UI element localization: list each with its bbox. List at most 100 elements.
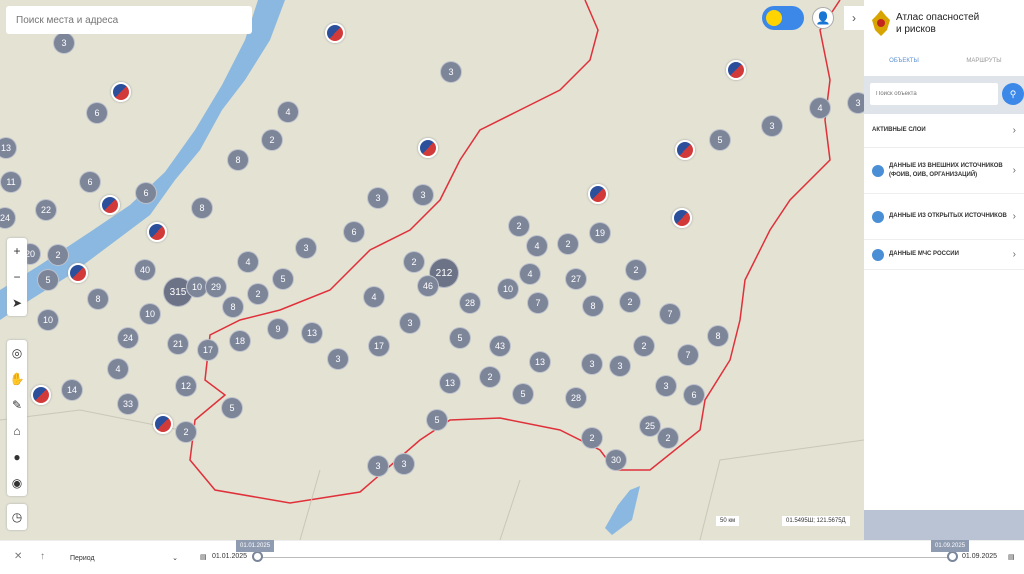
cluster-marker[interactable]: 3 — [399, 312, 421, 334]
object-marker-icon[interactable] — [31, 385, 51, 405]
cluster-marker[interactable]: 3 — [609, 355, 631, 377]
cluster-marker[interactable]: 33 — [117, 393, 139, 415]
object-marker-icon[interactable] — [68, 263, 88, 283]
period-select[interactable]: Период ⌄ — [64, 549, 184, 567]
object-marker-icon[interactable] — [100, 195, 120, 215]
cluster-marker[interactable]: 4 — [107, 358, 129, 380]
cluster-marker[interactable]: 8 — [582, 295, 604, 317]
cluster-marker[interactable]: 46 — [417, 275, 439, 297]
cluster-marker[interactable]: 28 — [565, 387, 587, 409]
cluster-marker[interactable]: 43 — [489, 335, 511, 357]
hand-icon[interactable]: ✋ — [7, 366, 27, 392]
cluster-marker[interactable]: 2 — [557, 233, 579, 255]
cluster-marker[interactable]: 5 — [37, 269, 59, 291]
cluster-marker[interactable]: 12 — [175, 375, 197, 397]
start-handle[interactable]: 01.01.2025 — [236, 540, 275, 562]
layer-group-row[interactable]: Данные из внешних источников (ФОИВ, ОИВ,… — [864, 148, 1024, 194]
chevron-right-icon[interactable]: › — [844, 6, 864, 30]
cluster-marker[interactable]: 2 — [508, 215, 530, 237]
cluster-marker[interactable]: 24 — [117, 327, 139, 349]
cluster-marker[interactable]: 3 — [655, 375, 677, 397]
tab-objects[interactable]: Объекты — [864, 58, 944, 64]
cluster-marker[interactable]: 2 — [625, 259, 647, 281]
object-marker-icon[interactable] — [153, 414, 173, 434]
calendar-icon[interactable]: ▤ — [1008, 553, 1015, 561]
zoom-in-button[interactable]: + — [7, 238, 27, 264]
cluster-marker[interactable]: 18 — [229, 330, 251, 352]
theme-toggle[interactable] — [762, 6, 804, 30]
cluster-marker[interactable]: 17 — [197, 339, 219, 361]
cluster-marker[interactable]: 5 — [512, 383, 534, 405]
cluster-marker[interactable]: 10 — [37, 309, 59, 331]
filter-button[interactable]: ⚲ — [1002, 83, 1024, 105]
cluster-marker[interactable]: 2 — [403, 251, 425, 273]
cluster-marker[interactable]: 28 — [459, 292, 481, 314]
cluster-marker[interactable]: 3 — [367, 455, 389, 477]
cluster-marker[interactable]: 3 — [761, 115, 783, 137]
tab-routes[interactable]: Маршруты — [944, 58, 1024, 64]
layer-group-row[interactable]: Данные из открытых источников › — [864, 194, 1024, 240]
pencil-icon[interactable]: ✎ — [7, 392, 27, 418]
object-search-input[interactable] — [870, 83, 998, 105]
cluster-marker[interactable]: 19 — [589, 222, 611, 244]
cluster-marker[interactable]: 4 — [526, 235, 548, 257]
map[interactable]: 3 3 6 4 2 3 5 13 8 11 6 6 3 3 8 22 24 2 6 4 2 19 3 2 20 4 2 212 4 27 2… — [0, 0, 864, 540]
cluster-marker[interactable]: 5 — [272, 268, 294, 290]
cluster-marker[interactable]: 7 — [677, 344, 699, 366]
cluster-marker[interactable]: 5 — [449, 327, 471, 349]
cluster-marker[interactable]: 2 — [479, 366, 501, 388]
cluster-marker[interactable]: 8 — [707, 325, 729, 347]
cluster-marker[interactable]: 3 — [581, 353, 603, 375]
timeline-track[interactable] — [258, 557, 952, 558]
cluster-marker[interactable]: 2 — [581, 427, 603, 449]
cluster-marker[interactable]: 30 — [605, 449, 627, 471]
compass-icon[interactable]: ➤ — [7, 290, 27, 316]
close-icon[interactable]: ✕ — [14, 551, 22, 562]
cluster-marker[interactable]: 2 — [657, 427, 679, 449]
layer-group-row[interactable]: Данные МЧС России › — [864, 240, 1024, 270]
map-search-input[interactable] — [6, 6, 252, 34]
cluster-marker[interactable]: 3 — [440, 61, 462, 83]
cluster-marker[interactable]: 8 — [227, 149, 249, 171]
cluster-marker[interactable]: 3 — [295, 237, 317, 259]
cluster-marker[interactable]: 2 — [633, 335, 655, 357]
drop-icon[interactable]: ● — [7, 444, 27, 470]
cluster-marker[interactable]: 4 — [363, 286, 385, 308]
cluster-marker[interactable]: 6 — [79, 171, 101, 193]
cluster-marker[interactable]: 17 — [368, 335, 390, 357]
cluster-marker[interactable]: 8 — [222, 296, 244, 318]
cluster-marker[interactable]: 7 — [659, 303, 681, 325]
object-marker-icon[interactable] — [111, 82, 131, 102]
cluster-marker[interactable]: 3 — [412, 184, 434, 206]
object-marker-icon[interactable] — [325, 23, 345, 43]
cluster-marker[interactable]: 3 — [367, 187, 389, 209]
calendar-icon[interactable]: ▤ — [200, 553, 207, 561]
user-icon[interactable]: 👤 — [812, 7, 834, 29]
cluster-marker[interactable]: 3 — [393, 453, 415, 475]
cluster-marker[interactable]: 5 — [426, 409, 448, 431]
zoom-out-button[interactable]: − — [7, 264, 27, 290]
cluster-marker[interactable]: 27 — [565, 268, 587, 290]
cluster-marker[interactable]: 2 — [261, 129, 283, 151]
bell-icon[interactable]: ⌂ — [7, 418, 27, 444]
cluster-marker[interactable]: 13 — [439, 372, 461, 394]
end-handle[interactable]: 01.09.2025 — [931, 540, 970, 562]
clock-icon[interactable]: ◷ — [7, 504, 27, 530]
cluster-marker[interactable]: 4 — [519, 263, 541, 285]
cluster-marker[interactable]: 6 — [343, 221, 365, 243]
cluster-marker[interactable]: 22 — [35, 199, 57, 221]
cluster-marker[interactable]: 3 — [327, 348, 349, 370]
pin-icon[interactable]: ↑ — [40, 551, 45, 562]
cluster-marker[interactable]: 2 — [175, 421, 197, 443]
cluster-marker[interactable]: 2 — [619, 291, 641, 313]
cluster-marker[interactable]: 10 — [497, 278, 519, 300]
layer-group-row[interactable]: Активные слои › — [864, 114, 1024, 148]
layers-icon[interactable]: ◎ — [7, 340, 27, 366]
object-marker-icon[interactable] — [147, 222, 167, 242]
cluster-marker[interactable]: 4 — [277, 101, 299, 123]
cluster-marker[interactable]: 13 — [301, 322, 323, 344]
cluster-marker[interactable]: 11 — [0, 171, 22, 193]
object-marker-icon[interactable] — [726, 60, 746, 80]
cluster-marker[interactable]: 3 — [847, 92, 864, 114]
cluster-marker[interactable]: 5 — [221, 397, 243, 419]
